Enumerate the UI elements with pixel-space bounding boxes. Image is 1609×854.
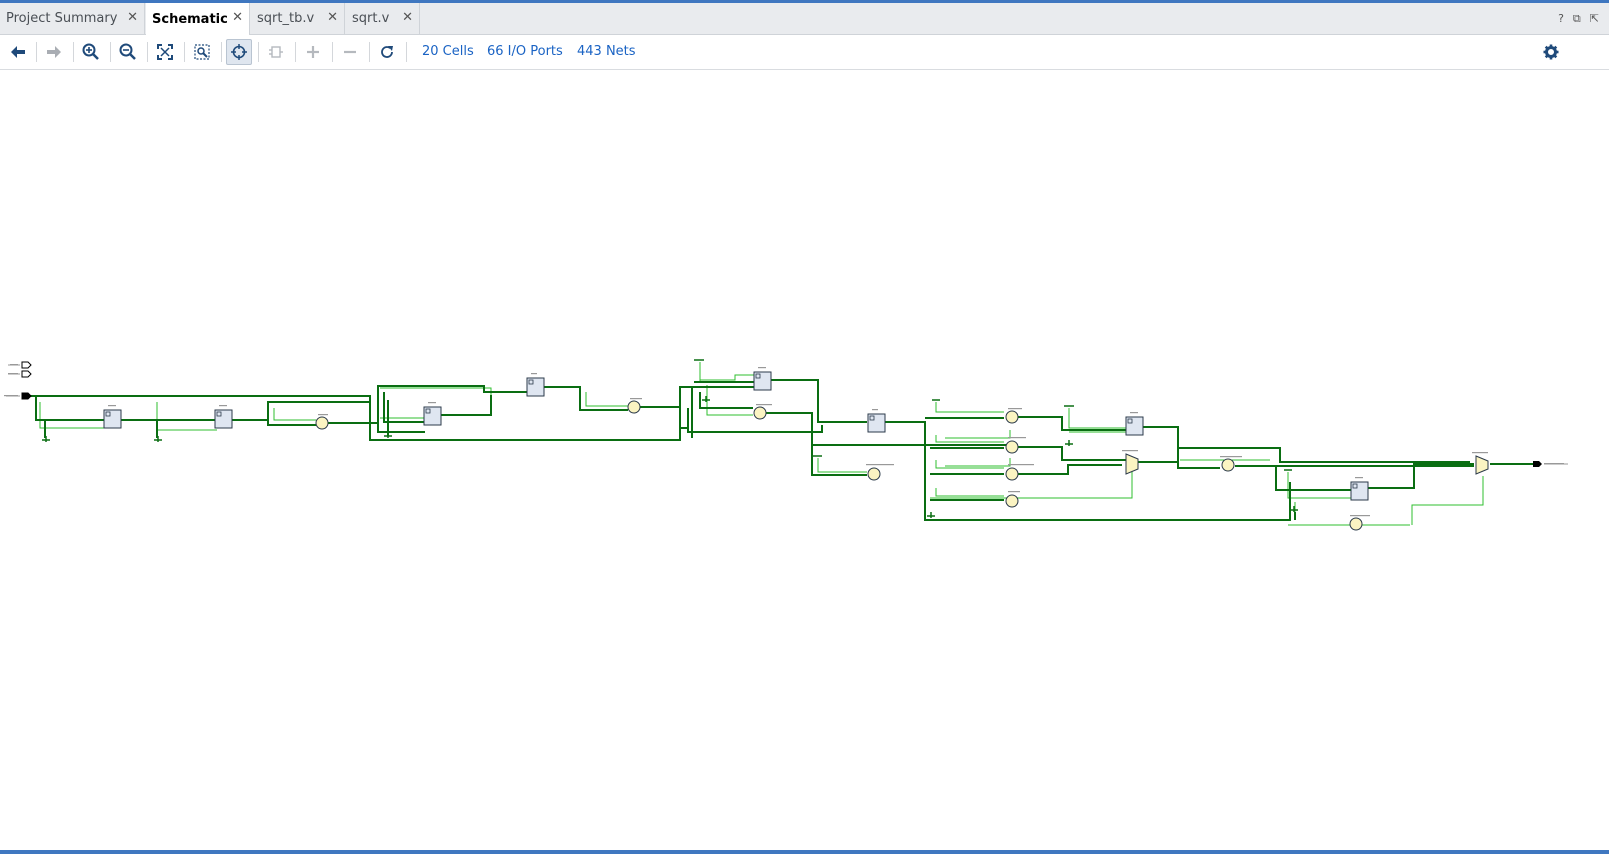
close-icon[interactable]: ✕ <box>327 11 338 24</box>
settings-button[interactable] <box>1538 39 1564 65</box>
operators[interactable] <box>315 400 1363 531</box>
expand-icon <box>307 46 319 58</box>
bus-nets <box>30 379 1533 521</box>
input-ports[interactable] <box>6 361 32 400</box>
zoom-fit-icon <box>157 44 173 60</box>
schematic-canvas[interactable] <box>0 70 1609 850</box>
close-icon[interactable]: ✕ <box>127 11 138 24</box>
schematic-diagram[interactable] <box>0 70 1609 850</box>
tab-project-summary[interactable]: Project Summary ✕ <box>0 3 145 34</box>
select-button[interactable] <box>226 39 252 65</box>
zoom-in-icon <box>82 43 99 60</box>
schematic-toolbar: 20 Cells 66 I/O Ports 443 Nets <box>0 35 1609 70</box>
cells-count[interactable]: 20 Cells <box>422 44 474 59</box>
tab-schematic[interactable]: Schematic ✕ <box>146 3 250 35</box>
expand-button[interactable] <box>300 39 326 65</box>
gear-icon <box>1543 44 1559 60</box>
io-ports-count[interactable]: 66 I/O Ports <box>487 44 563 59</box>
tab-label: Project Summary <box>6 11 118 26</box>
zoom-fit-button[interactable] <box>152 39 178 65</box>
forward-button[interactable] <box>41 39 67 65</box>
float-icon[interactable]: ⇱ <box>1590 12 1599 26</box>
tab-sqrt[interactable]: sqrt.v ✕ <box>346 3 420 34</box>
restore-icon[interactable]: ⧉ <box>1573 12 1581 26</box>
zoom-in-button[interactable] <box>78 39 104 65</box>
tab-bar: Project Summary ✕ Schematic ✕ sqrt_tb.v … <box>0 3 1609 35</box>
collapse-icon <box>344 50 356 54</box>
close-icon[interactable]: ✕ <box>402 11 413 24</box>
tab-sqrt-tb[interactable]: sqrt_tb.v ✕ <box>251 3 345 34</box>
window-controls: ? ⧉ ⇱ <box>1558 12 1599 26</box>
tab-label: sqrt.v <box>352 11 390 26</box>
window-bottom-border <box>0 850 1609 854</box>
select-icon <box>231 44 247 60</box>
forward-icon <box>47 46 61 58</box>
regenerate-icon <box>269 46 283 58</box>
back-icon <box>11 46 25 58</box>
reload-button[interactable] <box>374 39 400 65</box>
zoom-out-button[interactable] <box>115 39 141 65</box>
collapse-button[interactable] <box>337 39 363 65</box>
instance-labels <box>4 364 1564 517</box>
regenerate-button[interactable] <box>263 39 289 65</box>
help-icon[interactable]: ? <box>1558 12 1564 26</box>
zoom-area-button[interactable] <box>189 39 215 65</box>
zoom-area-icon <box>194 44 210 60</box>
zoom-out-icon <box>119 43 136 60</box>
back-button[interactable] <box>5 39 31 65</box>
close-icon[interactable]: ✕ <box>232 11 243 24</box>
tab-label: sqrt_tb.v <box>257 11 315 26</box>
nets-count[interactable]: 443 Nets <box>577 44 636 59</box>
reload-icon <box>381 46 393 58</box>
tab-label: Schematic <box>152 11 228 27</box>
